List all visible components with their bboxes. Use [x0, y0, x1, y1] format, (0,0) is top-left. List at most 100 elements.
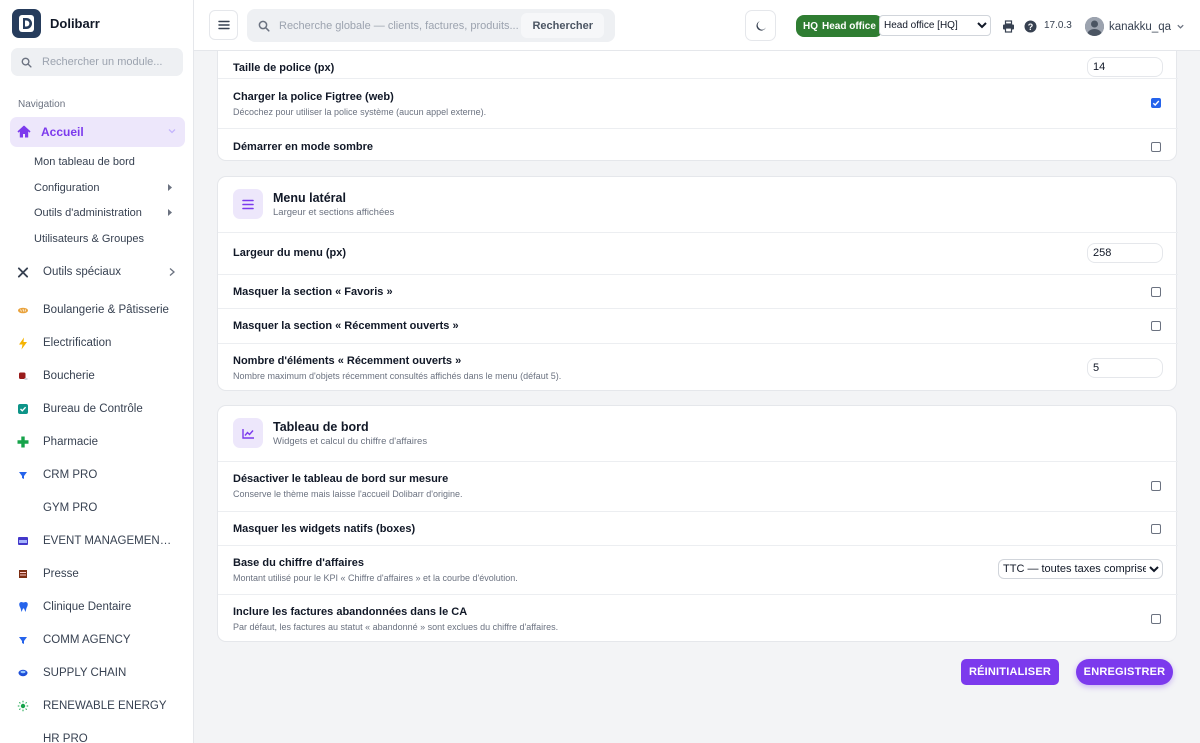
sidebar-item-label: Outils spéciaux: [43, 266, 121, 278]
module-search-input[interactable]: [42, 56, 177, 68]
dark-mode-toggle[interactable]: [745, 10, 776, 41]
hide-native-widgets-checkbox[interactable]: [1151, 524, 1161, 534]
search-icon: [258, 20, 270, 32]
dark-mode-checkbox[interactable]: [1151, 142, 1161, 152]
sidebar-item-boucherie[interactable]: Boucherie: [17, 367, 182, 385]
chevron-right-icon: [169, 268, 175, 276]
sidebar-settings-card: Menu latéral Largeur et sections affiché…: [217, 176, 1178, 392]
global-search-input[interactable]: [279, 19, 519, 32]
sidebar-item-clinique-dentaire[interactable]: Clinique Dentaire: [17, 598, 182, 616]
hr-icon: [17, 733, 29, 743]
sidebar-item-event-management[interactable]: EVENT MANAGEMENT P...: [17, 532, 182, 550]
load-figtree-checkbox[interactable]: [1151, 98, 1161, 108]
sidebar-item-pharmacie[interactable]: Pharmacie: [17, 433, 182, 451]
revenue-basis-select[interactable]: TTC — toutes taxes comprises: [998, 559, 1163, 579]
card-subtitle: Widgets et calcul du chiffre d'affaires: [273, 435, 428, 447]
sidebar-item-hr-pro[interactable]: HR PRO: [17, 730, 182, 743]
sidebar-item-label: CRM PRO: [43, 469, 98, 481]
reset-button[interactable]: RÉINITIALISER: [961, 659, 1059, 685]
setting-label: Inclure les factures abandonnées dans le…: [233, 606, 468, 618]
sidebar-subitem-users-groups[interactable]: Utilisateurs & Groupes: [34, 233, 176, 245]
sidebar-subitem-dashboard[interactable]: Mon tableau de bord: [34, 156, 176, 168]
help-icon[interactable]: ?: [1023, 19, 1037, 33]
user-menu[interactable]: kanakku_qa: [1085, 17, 1185, 36]
checkmark-icon: [1152, 100, 1160, 107]
card-header: Tableau de bord Widgets et calcul du chi…: [233, 418, 427, 448]
gym-icon: [17, 502, 29, 514]
setting-desc: Par défaut, les factures au statut « aba…: [233, 622, 559, 632]
card-subtitle: Largeur et sections affichées: [273, 206, 395, 218]
sidebar-item-label: HR PRO: [43, 733, 88, 743]
setting-row-menu-width: Largeur du menu (px) 258: [218, 232, 1178, 274]
hide-favorites-checkbox[interactable]: [1151, 287, 1161, 297]
tools-icon: [17, 266, 29, 278]
funnel-icon: [17, 634, 29, 646]
setting-label: Nombre d'éléments « Récemment ouverts »: [233, 355, 462, 367]
setting-label: Base du chiffre d'affaires: [233, 557, 364, 569]
sidebar-subitem-label: Utilisateurs & Groupes: [34, 233, 145, 245]
funnel-icon: [17, 469, 29, 481]
sidebar-item-bureau-controle[interactable]: Bureau de Contrôle: [17, 400, 182, 418]
font-size-input[interactable]: 14: [1087, 57, 1163, 77]
moon-icon: [755, 20, 766, 31]
topbar: Rechercher HQ Head office Head office [H…: [194, 0, 1200, 51]
setting-label: Charger la police Figtree (web): [233, 91, 394, 103]
newspaper-icon: [17, 568, 29, 580]
setting-row-hide-recent: Masquer la section « Récemment ouverts »: [218, 308, 1178, 343]
sidebar-item-gym-pro[interactable]: GYM PRO: [17, 499, 182, 517]
sidebar-subitem-label: Configuration: [34, 182, 100, 194]
setting-label: Désactiver le tableau de bord sur mesure: [233, 473, 449, 485]
module-search[interactable]: [11, 48, 183, 76]
sidebar-item-label: Pharmacie: [43, 436, 98, 448]
shield-check-icon: [17, 403, 29, 415]
setting-label: Démarrer en mode sombre: [233, 141, 373, 153]
setting-row-recent-count: Nombre d'éléments « Récemment ouverts » …: [218, 343, 1178, 392]
entity-select[interactable]: Head office [HQ]: [879, 15, 991, 36]
entity-badge-name: Head office: [822, 20, 876, 32]
menu-toggle-button[interactable]: [209, 10, 238, 40]
setting-row-hide-native-widgets: Masquer les widgets natifs (boxes): [218, 511, 1178, 545]
sidebar-item-electrification[interactable]: Electrification: [17, 334, 182, 352]
sidebar-item-boulangerie[interactable]: Boulangerie & Pâtisserie: [17, 301, 182, 319]
sidebar-item-supply-chain[interactable]: SUPPLY CHAIN: [17, 664, 182, 682]
print-icon[interactable]: [1001, 19, 1015, 33]
sidebar: Dolibarr Navigation Accueil Mon tableau …: [0, 0, 194, 743]
sidebar-subitem-admin-tools[interactable]: Outils d'administration: [34, 207, 176, 219]
caret-right-icon: [168, 184, 172, 191]
global-search-button[interactable]: Rechercher: [521, 13, 604, 38]
sidebar-item-label: EVENT MANAGEMENT P...: [43, 535, 175, 547]
global-search: Rechercher: [247, 9, 615, 42]
sidebar-item-crm-pro[interactable]: CRM PRO: [17, 466, 182, 484]
calendar-icon: [17, 535, 29, 547]
sidebar-item-label: Electrification: [43, 337, 112, 349]
sidebar-subitem-configuration[interactable]: Configuration: [34, 182, 176, 194]
sidebar-item-presse[interactable]: Presse: [17, 565, 182, 583]
setting-label: Masquer les widgets natifs (boxes): [233, 523, 416, 535]
setting-row-disable-dashboard: Désactiver le tableau de bord sur mesure…: [218, 461, 1178, 511]
recent-count-input[interactable]: 5: [1087, 358, 1163, 378]
save-button[interactable]: ENREGISTRER: [1076, 659, 1173, 685]
nav-heading: Navigation: [18, 99, 66, 110]
svg-text:?: ?: [1027, 21, 1033, 31]
dashboard-settings-card: Tableau de bord Widgets et calcul du chi…: [217, 405, 1178, 642]
sidebar-item-accueil[interactable]: Accueil: [10, 117, 185, 147]
setting-label: Largeur du menu (px): [233, 247, 347, 259]
chevron-down-icon: [168, 129, 176, 134]
sidebar-item-comm-agency[interactable]: COMM AGENCY: [17, 631, 182, 649]
setting-desc: Conserve le thème mais laisse l'accueil …: [233, 489, 463, 499]
hide-recent-checkbox[interactable]: [1151, 321, 1161, 331]
sidebar-item-label: Accueil: [41, 125, 84, 139]
include-abandoned-checkbox[interactable]: [1151, 614, 1161, 624]
setting-desc: Nombre maximum d'objets récemment consul…: [233, 371, 562, 381]
sidebar-item-outils-speciaux[interactable]: Outils spéciaux: [17, 263, 182, 281]
brand[interactable]: Dolibarr: [12, 8, 100, 38]
app-version: 17.0.3: [1044, 20, 1072, 31]
sidebar-subitem-label: Mon tableau de bord: [34, 156, 135, 168]
setting-label: Taille de police (px): [233, 62, 335, 74]
hamburger-icon: [217, 20, 230, 30]
setting-row-dark-mode: Démarrer en mode sombre: [218, 128, 1178, 162]
sidebar-item-label: SUPPLY CHAIN: [43, 667, 127, 679]
sidebar-item-renewable-energy[interactable]: RENEWABLE ENERGY: [17, 697, 182, 715]
menu-width-input[interactable]: 258: [1087, 243, 1163, 263]
disable-dashboard-checkbox[interactable]: [1151, 481, 1161, 491]
